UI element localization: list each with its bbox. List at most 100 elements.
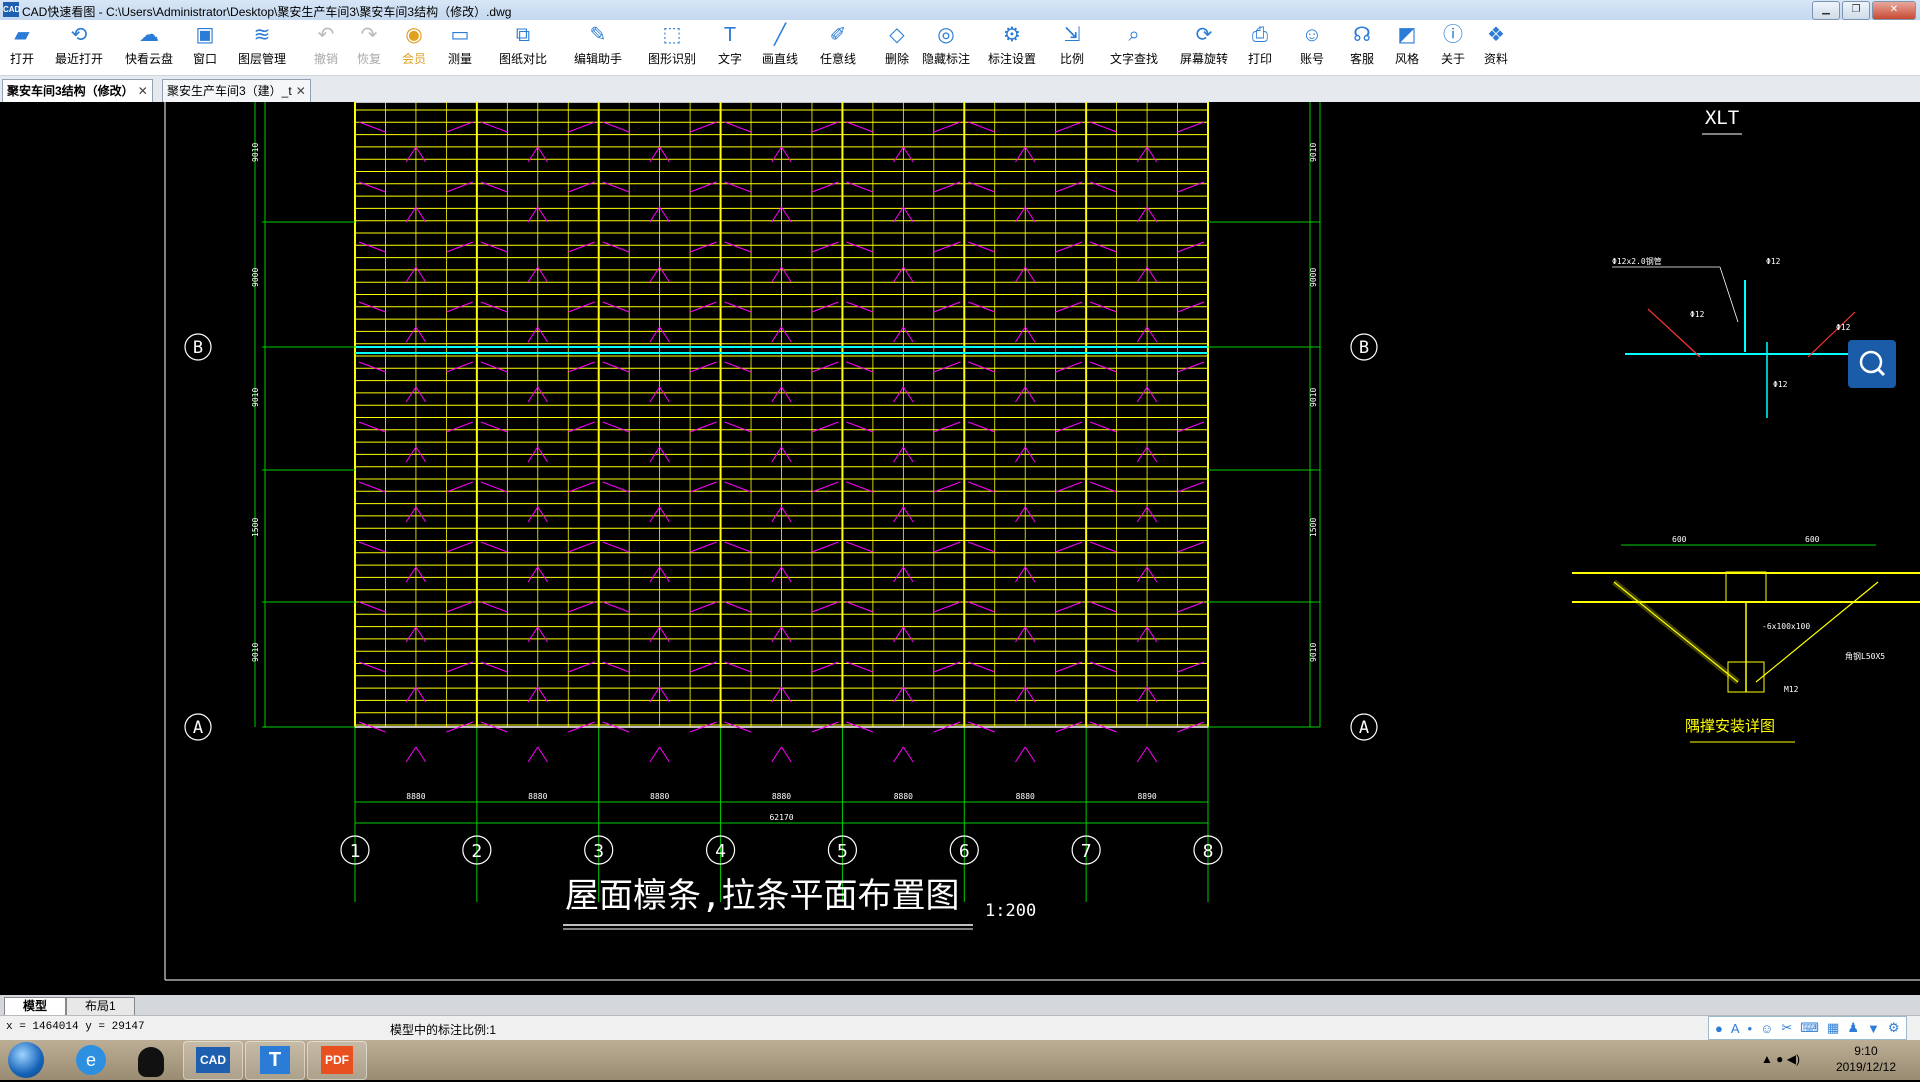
settings-gear-icon[interactable]: ⚙	[1888, 1020, 1900, 1036]
brace-line	[968, 481, 995, 493]
toolbar-style-button[interactable]: ◩ 风格	[1395, 24, 1419, 72]
brace-line	[781, 146, 792, 163]
brace-line	[568, 421, 595, 433]
shirt-icon[interactable]: ▼	[1867, 1021, 1880, 1036]
scissors-icon[interactable]: ✂	[1781, 1020, 1792, 1036]
toolbar-cloud-button[interactable]: ☁ 快看云盘	[125, 24, 173, 72]
tab-document-2[interactable]: 聚安生产车间3（建）_t ✕	[162, 79, 311, 102]
brace-line	[781, 386, 792, 403]
tab-layout1[interactable]: 布局1	[66, 997, 135, 1016]
toolbar-redo-button[interactable]: ↷ 恢复	[357, 24, 381, 72]
brace-line	[358, 421, 386, 433]
system-clock[interactable]: 9:10 2019/12/12	[1836, 1043, 1896, 1075]
brace-line	[415, 506, 427, 523]
keyboard-icon[interactable]: ⌨	[1800, 1020, 1819, 1036]
drawing-canvas[interactable]: 9010 9010 9000 9000 9010 9010 1500 1500 9010 9010…	[0, 102, 1920, 995]
brace-line	[480, 241, 508, 253]
window-title: CAD快速看图 - C:\Users\Administrator\Desktop…	[22, 5, 512, 19]
toolbar-text-button[interactable]: T 文字	[718, 24, 742, 72]
taskbar-pdf[interactable]: PDF	[307, 1041, 367, 1080]
toolbar-undo-button[interactable]: ↶ 撤销	[314, 24, 338, 72]
status-bar: x = 1464014 y = 29147 模型中的标注比例:1	[0, 1015, 1920, 1041]
toolbar-materials-button[interactable]: ❖ 资料	[1484, 24, 1508, 72]
detail-angle-brace	[1755, 581, 1879, 683]
toolbar-compare-button[interactable]: ⧉ 图纸对比	[499, 24, 547, 72]
toolbar-annotation-settings-button[interactable]: ⚙ 标注设置	[988, 24, 1036, 72]
search-button[interactable]	[1848, 340, 1896, 388]
tray-area[interactable]: ▲ ● ◀)	[1761, 1052, 1800, 1066]
ie-icon: e	[76, 1045, 106, 1075]
toolbar-vip-button[interactable]: ◉ 会员	[402, 24, 426, 72]
toolbar-layers-button[interactable]: ≋ 图层管理	[238, 24, 286, 72]
brace-line	[568, 601, 595, 613]
axis-label: 3	[593, 841, 604, 862]
toolbar-headset-button[interactable]: ☊ 客服	[1350, 24, 1374, 72]
brace-line	[659, 626, 670, 643]
toolbar-printer-button[interactable]: ⎙ 打印	[1248, 24, 1272, 72]
toolbar-eraser-button[interactable]: ◇ 删除	[885, 24, 909, 72]
toolbar-line-button[interactable]: ╱ 画直线	[762, 24, 798, 72]
user-icon[interactable]: ●	[1715, 1021, 1723, 1036]
toolbar-rotate-button[interactable]: ⟳ 屏幕旋转	[1180, 24, 1228, 72]
toolbar-folder-open-button[interactable]: ▰ 打开	[10, 24, 34, 72]
toolbar-hide-annotation-button[interactable]: ◎ 隐藏标注	[922, 24, 970, 72]
dot-icon[interactable]: •	[1748, 1021, 1753, 1036]
brace-line	[659, 326, 670, 343]
toolbar-history-button[interactable]: ⟲ 最近打开	[55, 24, 103, 72]
brace-line	[968, 241, 995, 253]
brace-line	[1089, 481, 1117, 493]
total-dimension-text: 62170	[769, 813, 793, 822]
roof-plan: 9010 9010 9000 9000 9010 9010 1500 1500 9010 9010…	[184, 102, 1378, 902]
brace-line	[902, 566, 914, 583]
brace-line	[1136, 746, 1148, 763]
restore-button[interactable]: ❐	[1842, 1, 1870, 20]
toolbar-user-button[interactable]: ☺ 账号	[1300, 24, 1324, 72]
search-icon	[1859, 350, 1886, 377]
axis-label: 7	[1081, 841, 1092, 862]
vip-icon: ◉	[405, 24, 423, 46]
brace-line	[771, 326, 782, 343]
taskbar-text-app[interactable]: T	[245, 1041, 305, 1080]
emoji-icon[interactable]: ☺	[1760, 1021, 1773, 1036]
side-dimension-text: 9010	[251, 143, 260, 162]
title-bar: CAD CAD快速看图 - C:\Users\Administrator\Des…	[0, 0, 1920, 21]
toolbar-label: 最近打开	[55, 52, 104, 66]
brace-line	[902, 746, 914, 763]
toolbar-scale-button[interactable]: ⇲ 比例	[1060, 24, 1084, 72]
taskbar-ie[interactable]: e	[62, 1041, 120, 1078]
close-tab-icon[interactable]: ✕	[296, 84, 306, 98]
close-tab-icon[interactable]: ✕	[138, 84, 148, 98]
taskbar-qq[interactable]: QQ	[122, 1041, 180, 1078]
tab-model[interactable]: 模型	[4, 997, 67, 1016]
axis-label: 5	[837, 841, 848, 862]
brace-line	[1089, 601, 1117, 613]
toolbar-shape-recognition-button[interactable]: ⬚ 图形识别	[648, 24, 696, 72]
brace-line	[893, 206, 904, 223]
shape-recognition-icon: ⬚	[662, 24, 682, 46]
bracing-detail: XLT Φ12x2.0钢管 Φ12 Φ12 Φ12 Φ12 600 600 -6x100x100…	[1572, 107, 1920, 743]
start-button[interactable]	[8, 1042, 44, 1078]
toolbar-ruler-button[interactable]: ▭ 测量	[448, 24, 472, 72]
font-icon[interactable]: A	[1731, 1021, 1740, 1036]
brace-line	[933, 421, 961, 433]
toolbar-window-button[interactable]: ▣ 窗口	[193, 24, 217, 72]
close-button[interactable]: ✕	[1872, 1, 1916, 20]
brace-line	[1089, 421, 1117, 433]
toolbar-info-button[interactable]: ⓘ 关于	[1441, 24, 1465, 72]
toolbar-edit-assistant-button[interactable]: ✎ 编辑助手	[574, 24, 622, 72]
toolbar-text-search-button[interactable]: ⌕ 文字查找	[1110, 24, 1158, 72]
tab-document-1[interactable]: 聚安车间3结构（修改） ✕	[2, 79, 153, 102]
taskbar-cad[interactable]: CAD	[183, 1041, 243, 1080]
grid-icon[interactable]: ▦	[1827, 1020, 1839, 1036]
brace-line	[771, 746, 782, 763]
person-icon[interactable]: ♟	[1847, 1020, 1859, 1036]
brace-line	[1015, 566, 1026, 583]
brace-line	[602, 121, 630, 133]
minimize-button[interactable]: ▁	[1812, 1, 1840, 20]
toolbar-freehand-button[interactable]: ✐ 任意线	[820, 24, 856, 72]
brace-line	[811, 121, 839, 133]
brace-line	[1136, 686, 1148, 703]
brace-line	[358, 601, 386, 613]
toolbar-label: 图层管理	[238, 52, 287, 66]
brace-line	[933, 241, 961, 253]
